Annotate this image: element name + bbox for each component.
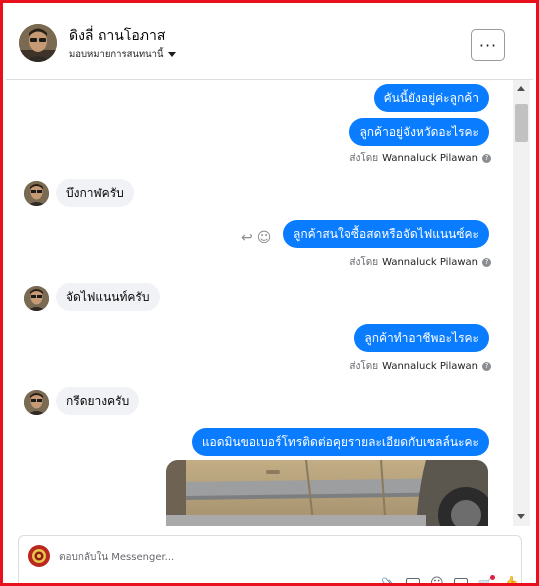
sent-by-label: ส่งโดย Wannaluck Pilawan ? [349,359,491,374]
contact-avatar-small [24,181,49,206]
conversation-header: ดิงลี่ ถานโอภาส มอบหมายการสนทนานี้ ··· [6,6,533,80]
contact-avatar[interactable] [19,24,57,62]
help-icon[interactable]: ? [482,154,491,163]
scroll-up-arrow-icon[interactable] [517,86,525,91]
message-bubble[interactable]: ลูกค้าอยู่จังหวัดอะไรคะ [349,118,489,146]
help-icon[interactable]: ? [482,258,491,267]
react-emoji-icon[interactable]: ☺ [257,230,272,246]
more-options-button[interactable]: ··· [471,29,505,61]
message-actions: ↩ ☺ [241,230,271,246]
scroll-thumb[interactable] [515,104,528,142]
reply-input[interactable]: ตอบกลับใน Messenger... [59,550,174,565]
page-avatar [28,545,50,567]
message-thread[interactable]: คันนี้ยังอยู่ค่ะลูกค้า ลูกค้าอยู่จังหวัด… [6,80,513,526]
notification-dot-icon [490,574,496,580]
attachment-icon[interactable]: 📎 [381,577,396,584]
message-bubble[interactable]: ลูกค้าทำอาชีพอะไรคะ [354,324,489,352]
composer-toolbar: 📎 ☺ 🛒 👍 [381,574,519,584]
sent-by-label: ส่งโดย Wannaluck Pilawan ? [349,255,491,270]
emoji-icon[interactable]: ☺ [430,576,444,583]
message-bubble[interactable]: กรีดยางครับ [56,387,140,415]
thread-scrollbar[interactable] [513,80,530,526]
ellipsis-icon: ··· [478,35,498,55]
message-bubble[interactable]: แอดมินขอเบอร์โทรติดต่อคุยรายละเอียดกับเซ… [191,428,489,456]
help-icon[interactable]: ? [482,362,491,371]
reply-icon[interactable]: ↩ [241,230,253,246]
caret-down-icon [167,52,176,57]
contact-avatar-small [24,390,49,415]
messenger-panel: ดิงลี่ ถานโอภาส มอบหมายการสนทนานี้ ··· ค… [0,0,539,586]
message-bubble[interactable]: คันนี้ยังอยู่ค่ะลูกค้า [373,84,489,112]
assign-label: มอบหมายการสนทนานี้ [69,49,164,60]
sent-by-label: ส่งโดย Wannaluck Pilawan ? [349,151,491,166]
reply-composer[interactable]: ตอบกลับใน Messenger... 📎 ☺ 🛒 👍 [18,535,522,584]
contact-avatar-small [24,286,49,311]
message-bubble[interactable]: บึงกาฬครับ [56,179,134,207]
scroll-down-arrow-icon[interactable] [517,514,525,519]
image-icon[interactable] [405,577,420,583]
shop-cart-icon[interactable]: 🛒 [478,574,496,583]
contact-name[interactable]: ดิงลี่ ถานโอภาส [69,25,165,47]
gif-icon[interactable] [453,577,468,583]
assign-conversation-dropdown[interactable]: มอบหมายการสนทนานี้ [69,47,176,62]
message-bubble[interactable]: จัดไฟแนนท์ครับ [56,283,160,311]
message-bubble[interactable]: ลูกค้าสนใจซื้อสดหรือจัดไฟแนนซ์คะ [283,220,489,248]
car-photo-attachment[interactable] [166,460,488,526]
thumbs-up-icon[interactable]: 👍 [502,576,518,583]
